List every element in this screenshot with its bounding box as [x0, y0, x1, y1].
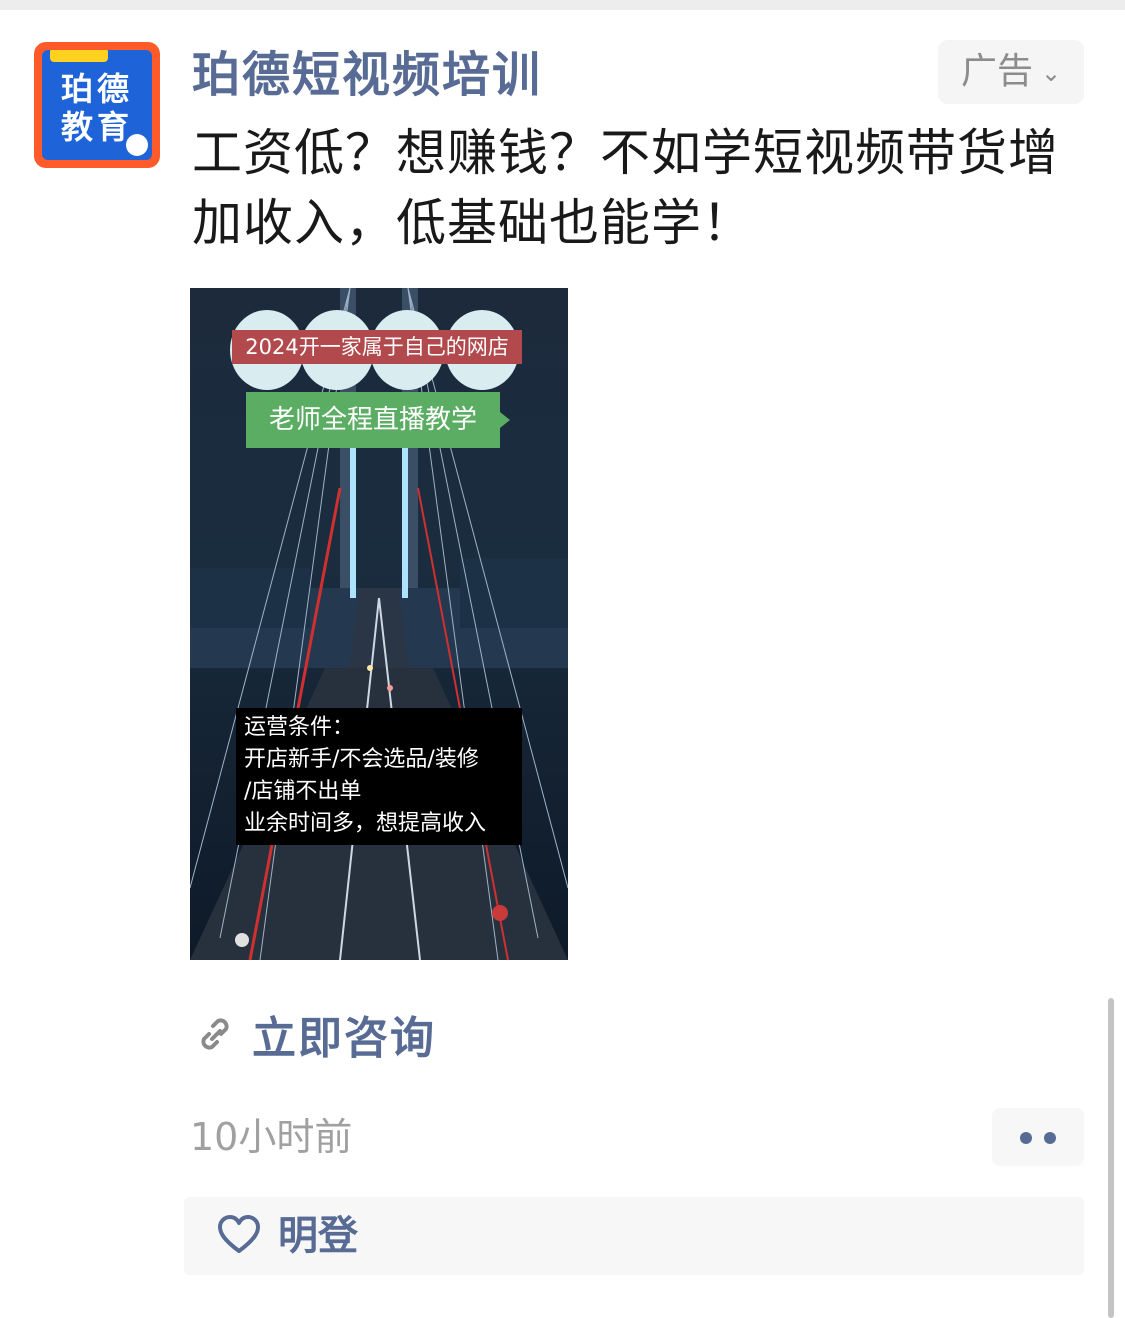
- ad-label-button[interactable]: 广告 ⌄: [938, 40, 1084, 104]
- bridge-scene: [190, 288, 568, 960]
- account-name[interactable]: 珀德短视频培训: [192, 42, 542, 108]
- heart-icon: [218, 1215, 260, 1253]
- post-timestamp: 10小时前: [190, 1115, 353, 1159]
- info-line: 运营条件：: [244, 715, 355, 740]
- more-options-button[interactable]: [992, 1108, 1084, 1166]
- consult-now-link[interactable]: 立即咨询: [194, 1004, 436, 1064]
- link-icon: [201, 1018, 229, 1050]
- account-avatar[interactable]: 珀德 教育: [34, 42, 160, 168]
- consult-now-label: 立即咨询: [252, 1013, 436, 1064]
- top-divider: [0, 0, 1125, 10]
- ad-video-thumbnail[interactable]: 2024开一家属于自己的网店 老师全程直播教学 运营条件： 开店新手/不会选品/…: [190, 288, 568, 960]
- chevron-down-icon: ⌄: [1040, 59, 1062, 87]
- info-line: 开店新手/不会选品/装修: [244, 747, 479, 772]
- avatar-text-line-1: 珀德: [60, 70, 133, 108]
- post-headline: 工资低？想赚钱？不如学短视频带货增加收入，低基础也能学！: [192, 124, 1059, 252]
- video-tag-shop: 2024开一家属于自己的网店: [232, 330, 522, 364]
- ad-label: 广告: [960, 51, 1033, 92]
- info-line: /店铺不出单: [244, 779, 362, 804]
- more-dots-icon: [1020, 1132, 1032, 1144]
- info-line: 业余时间多，想提高收入: [244, 811, 487, 836]
- video-tag-live-teaching: 老师全程直播教学: [246, 392, 510, 448]
- scrollbar[interactable]: [1108, 998, 1114, 1318]
- rabbit-icon: [126, 134, 148, 156]
- liker-name[interactable]: 明登: [278, 1207, 358, 1265]
- likes-bar: 明登: [184, 1197, 1084, 1275]
- video-info-box: 运营条件： 开店新手/不会选品/装修 /店铺不出单 业余时间多，想提高收入: [236, 708, 522, 845]
